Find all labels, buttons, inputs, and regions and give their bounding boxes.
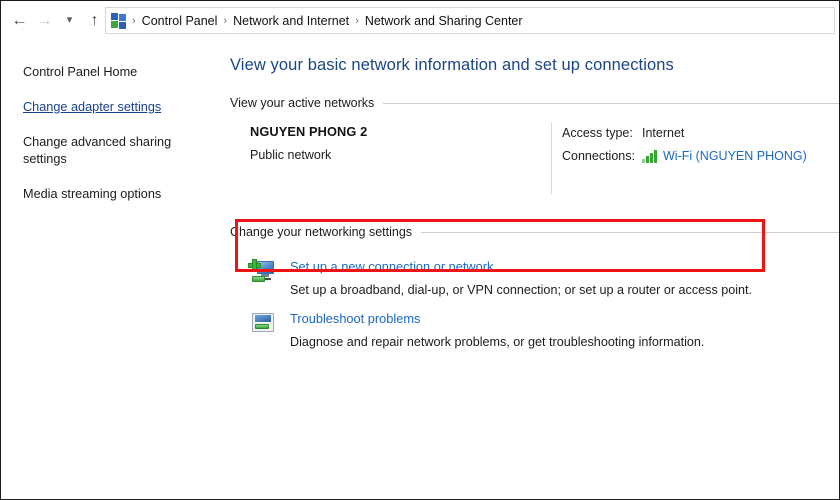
task-link-setup-new-connection[interactable]: Set up a new connection or network bbox=[290, 259, 493, 274]
up-arrow-icon[interactable]: ↑ bbox=[82, 7, 107, 35]
access-type-label: Access type: bbox=[562, 126, 633, 140]
section-divider-rule bbox=[383, 102, 839, 104]
section-divider-rule-2 bbox=[421, 231, 839, 233]
wifi-signal-bars-icon bbox=[642, 149, 659, 163]
sidebar-item-control-panel-home[interactable]: Control Panel Home bbox=[23, 64, 193, 81]
control-panel-window: ← → ▾ ↑ › Control Panel › Network and In… bbox=[0, 0, 840, 500]
active-networks-heading: View your active networks bbox=[230, 96, 375, 110]
task-list: Set up a new connection or network Set u… bbox=[230, 251, 839, 355]
networking-settings-heading: Change your networking settings bbox=[230, 225, 413, 239]
network-details: Access type: Internet Connections: Wi-Fi… bbox=[562, 124, 807, 170]
forward-arrow-icon[interactable]: → bbox=[32, 7, 57, 35]
main-content: View your basic network information and … bbox=[223, 40, 839, 499]
breadcrumb-item-control-panel[interactable]: Control Panel bbox=[137, 14, 223, 28]
access-type-row: Access type: Internet bbox=[562, 124, 807, 142]
nav-buttons-group: ← → ▾ ↑ bbox=[1, 1, 107, 40]
task-link-troubleshoot-problems[interactable]: Troubleshoot problems bbox=[290, 311, 420, 326]
troubleshoot-icon bbox=[248, 311, 280, 341]
task-troubleshoot-problems-text: Troubleshoot problems Diagnose and repai… bbox=[290, 309, 704, 351]
networking-settings-section-header: Change your networking settings bbox=[230, 225, 839, 239]
network-column-divider bbox=[551, 122, 552, 194]
breadcrumb-item-network-and-sharing-center[interactable]: Network and Sharing Center bbox=[360, 14, 528, 28]
network-profile-type: Public network bbox=[250, 148, 332, 162]
connections-label: Connections: bbox=[562, 149, 635, 163]
task-troubleshoot-problems[interactable]: Troubleshoot problems Diagnose and repai… bbox=[230, 303, 839, 355]
network-identity: NGUYEN PHONG 2 Public network bbox=[250, 124, 367, 162]
new-connection-icon bbox=[248, 259, 280, 289]
back-arrow-icon[interactable]: ← bbox=[7, 7, 32, 35]
network-name: NGUYEN PHONG 2 bbox=[250, 124, 368, 139]
control-panel-icon bbox=[111, 12, 128, 29]
page-title: View your basic network information and … bbox=[230, 56, 674, 74]
access-type-value: Internet bbox=[642, 126, 685, 140]
task-setup-new-connection-text: Set up a new connection or network Set u… bbox=[290, 257, 752, 299]
chevron-down-icon[interactable]: ▾ bbox=[57, 7, 82, 35]
address-bar[interactable]: › Control Panel › Network and Internet ›… bbox=[105, 7, 835, 34]
navigation-bar: ← → ▾ ↑ › Control Panel › Network and In… bbox=[1, 1, 839, 40]
sidebar-item-change-advanced-sharing-settings[interactable]: Change advanced sharing settings bbox=[23, 134, 193, 168]
sidebar-item-media-streaming-options[interactable]: Media streaming options bbox=[23, 186, 193, 203]
task-setup-new-connection[interactable]: Set up a new connection or network Set u… bbox=[230, 251, 839, 303]
sidebar: Control Panel Home Change adapter settin… bbox=[1, 40, 223, 499]
breadcrumb: › Control Panel › Network and Internet ›… bbox=[131, 14, 528, 28]
active-networks-section-header: View your active networks bbox=[230, 96, 839, 110]
active-networks-block: NGUYEN PHONG 2 Public network Access typ… bbox=[230, 122, 839, 204]
connection-link-wifi[interactable]: Wi-Fi (NGUYEN PHONG) bbox=[663, 149, 807, 163]
task-desc-setup-new-connection: Set up a broadband, dial-up, or VPN conn… bbox=[290, 283, 753, 297]
task-desc-troubleshoot-problems: Diagnose and repair network problems, or… bbox=[290, 335, 705, 349]
breadcrumb-item-network-and-internet[interactable]: Network and Internet bbox=[228, 14, 354, 28]
connections-row: Connections: Wi-Fi (NGUYEN PHONG) bbox=[562, 147, 807, 165]
sidebar-item-change-adapter-settings[interactable]: Change adapter settings bbox=[23, 99, 193, 116]
